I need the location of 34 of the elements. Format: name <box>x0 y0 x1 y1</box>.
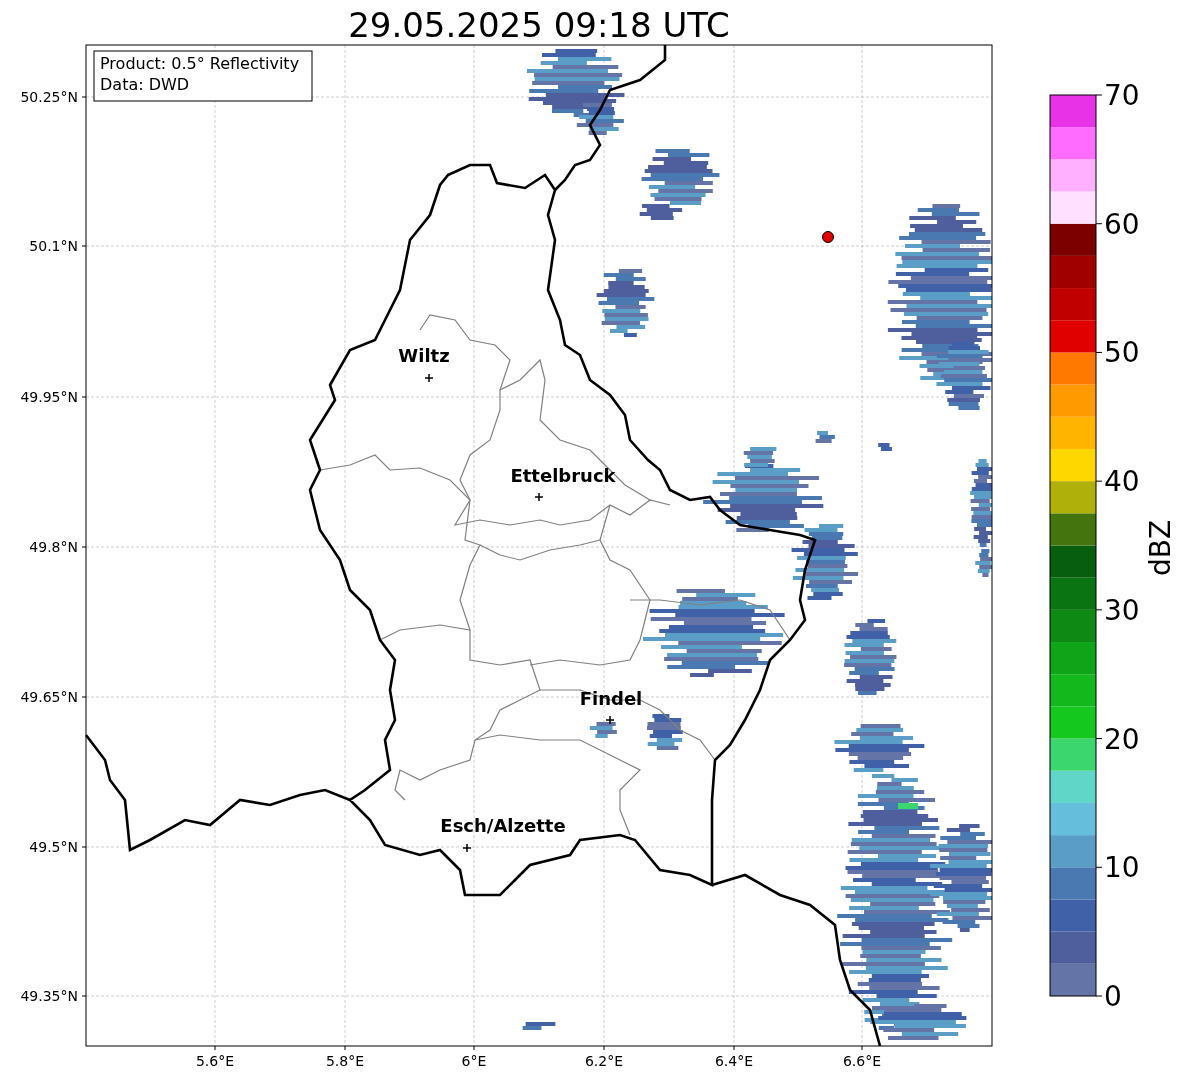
info-text: Data: DWD <box>100 75 190 94</box>
colorbar-tick-label: 70 <box>1104 79 1140 112</box>
chart-title: 29.05.2025 09:18 UTC <box>348 5 730 45</box>
city-label: Ettelbruck <box>510 465 616 486</box>
city-label: Wiltz <box>398 345 450 366</box>
colorbar-tick-label: 50 <box>1104 336 1140 370</box>
longitude-label: 6°E <box>461 1053 487 1069</box>
colorbar-tick-label: 30 <box>1104 593 1140 627</box>
info-text: Product: 0.5° Reflectivity <box>100 54 300 73</box>
colorbar-label: dBZ <box>1144 519 1177 577</box>
longitude-label: 6.4°E <box>714 1053 754 1069</box>
city-label: Esch/Alzette <box>440 815 566 836</box>
longitude-label: 5.6°E <box>195 1053 235 1069</box>
city-label: Findel <box>579 688 643 709</box>
city-marker-icon <box>605 715 615 725</box>
location-marker <box>822 231 834 243</box>
latitude-label: 49.8°N <box>29 539 78 555</box>
latitude-label: 49.95°N <box>20 389 78 405</box>
latitude-label: 49.65°N <box>20 689 78 705</box>
longitude-label: 6.2°E <box>584 1053 624 1069</box>
colorbar-tick-label: 40 <box>1104 465 1140 499</box>
city-marker-icon <box>534 492 544 502</box>
colorbar-tick-label: 0 <box>1104 980 1122 1013</box>
colorbar-tick-label: 20 <box>1104 722 1140 756</box>
colorbar-tick-label: 10 <box>1104 851 1140 885</box>
longitude-label: 6.6°E <box>842 1053 882 1069</box>
longitude-label: 5.8°E <box>325 1053 365 1069</box>
latitude-label: 49.5°N <box>29 839 78 855</box>
colorbar-tick-label: 60 <box>1104 207 1140 241</box>
latitude-label: 49.35°N <box>20 988 78 1004</box>
latitude-label: 50.1°N <box>29 238 78 254</box>
city-marker-icon <box>462 843 472 853</box>
city-marker-icon <box>424 373 434 383</box>
latitude-label: 50.25°N <box>20 89 78 105</box>
